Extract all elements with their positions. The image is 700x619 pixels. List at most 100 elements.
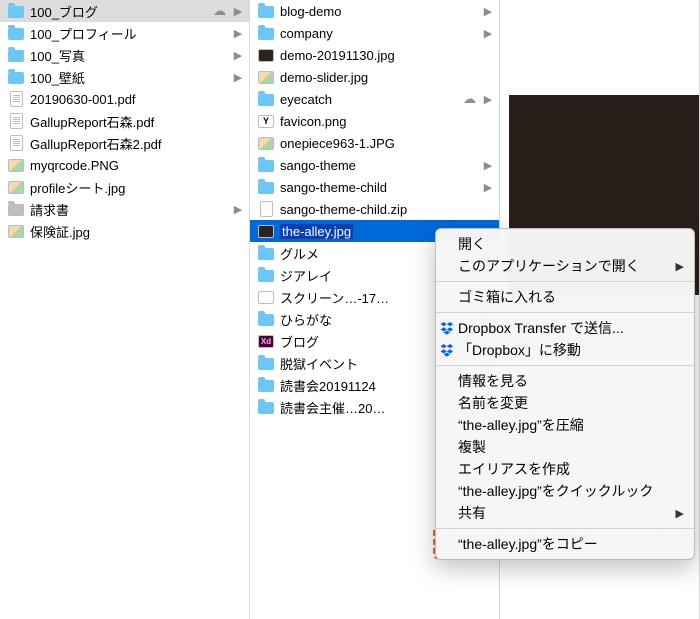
- list-item[interactable]: GallupReport石森.pdf: [0, 110, 249, 132]
- list-item[interactable]: sango-theme-child▶: [250, 176, 499, 198]
- list-item[interactable]: 請求書▶: [0, 198, 249, 220]
- menu-item[interactable]: Dropbox Transfer で送信...: [436, 317, 694, 339]
- chevron-right-icon: ▶: [676, 507, 684, 520]
- item-label: demo-20191130.jpg: [280, 48, 483, 63]
- list-item[interactable]: eyecatch☁︎▶: [250, 88, 499, 110]
- item-label: sango-theme-child: [280, 180, 483, 195]
- list-item[interactable]: myqrcode.PNG: [0, 154, 249, 176]
- list-item[interactable]: 100_壁紙▶: [0, 66, 249, 88]
- item-label: 保険証.jpg: [30, 222, 233, 241]
- list-item[interactable]: demo-slider.jpg: [250, 66, 499, 88]
- menu-item-label: 共有: [458, 503, 486, 523]
- list-item[interactable]: demo-20191130.jpg: [250, 44, 499, 66]
- folder-icon: [8, 69, 24, 85]
- menu-item[interactable]: 名前を変更: [436, 392, 694, 414]
- item-label: 100_写真: [30, 46, 233, 65]
- menu-item[interactable]: ゴミ箱に入れる: [436, 286, 694, 308]
- folder-icon: [258, 157, 274, 173]
- menu-separator: [436, 312, 694, 313]
- folder-icon: [258, 179, 274, 195]
- list-item[interactable]: 100_プロフィール▶: [0, 22, 249, 44]
- image-icon: [258, 47, 274, 63]
- menu-item-label: 「Dropbox」に移動: [458, 340, 581, 360]
- list-item[interactable]: 20190630-001.pdf: [0, 88, 249, 110]
- chevron-right-icon: ▶: [676, 260, 684, 273]
- list-item[interactable]: 100_写真▶: [0, 44, 249, 66]
- list-item[interactable]: profileシート.jpg: [0, 176, 249, 198]
- menu-item[interactable]: “the-alley.jpg”をクイックルック: [436, 480, 694, 502]
- zip-icon: [258, 201, 274, 217]
- folder-icon: [258, 245, 274, 261]
- context-menu: 開くこのアプリケーションで開く ▶ ゴミ箱に入れる Dropbox Transfer …: [435, 228, 695, 560]
- menu-item-label: 複製: [458, 437, 486, 457]
- menu-item-label: “the-alley.jpg”をコピー: [458, 534, 598, 554]
- folder-icon: [258, 3, 274, 19]
- menu-item[interactable]: 開く: [436, 233, 694, 255]
- menu-item[interactable]: “the-alley.jpg”をコピー: [436, 533, 694, 555]
- menu-item[interactable]: 「Dropbox」に移動: [436, 339, 694, 361]
- folder-icon: [8, 47, 24, 63]
- folder-icon: [258, 377, 274, 393]
- item-label: 100_壁紙: [30, 68, 233, 87]
- list-item[interactable]: 100_ブログ☁︎▶: [0, 0, 249, 22]
- item-label: blog-demo: [280, 4, 483, 19]
- chevron-right-icon: ▶: [483, 159, 493, 172]
- menu-item[interactable]: 情報を見る: [436, 370, 694, 392]
- item-label: 請求書: [30, 200, 233, 219]
- image-icon: [258, 135, 274, 151]
- menu-item-label: 名前を変更: [458, 393, 528, 413]
- xd-icon: Xd: [258, 333, 274, 349]
- menu-item-label: このアプリケーションで開く: [458, 256, 640, 276]
- chevron-right-icon: ▶: [233, 71, 243, 84]
- folder-icon: [258, 267, 274, 283]
- cloud-icon: ☁︎: [463, 91, 481, 107]
- folder-icon: [258, 311, 274, 327]
- chevron-right-icon: ▶: [233, 5, 243, 18]
- document-icon: [8, 91, 24, 107]
- document-icon: [8, 113, 24, 129]
- dropbox-icon: [439, 320, 455, 336]
- menu-item[interactable]: 共有 ▶: [436, 502, 694, 524]
- folder-icon: [258, 355, 274, 371]
- list-item[interactable]: Yfavicon.png: [250, 110, 499, 132]
- menu-item-label: 情報を見る: [458, 371, 528, 391]
- chevron-right-icon: ▶: [233, 49, 243, 62]
- menu-item-label: 開く: [458, 234, 486, 254]
- item-label: demo-slider.jpg: [280, 70, 483, 85]
- chevron-right-icon: ▶: [233, 203, 243, 216]
- image-icon: [258, 69, 274, 85]
- list-item[interactable]: onepiece963-1.JPG: [250, 132, 499, 154]
- finder-window: 100_ブログ☁︎▶100_プロフィール▶100_写真▶100_壁紙▶20190…: [0, 0, 700, 619]
- column-1: 100_ブログ☁︎▶100_プロフィール▶100_写真▶100_壁紙▶20190…: [0, 0, 250, 619]
- item-label: 100_プロフィール: [30, 24, 233, 43]
- item-label: 100_ブログ: [30, 2, 213, 21]
- item-label: favicon.png: [280, 114, 483, 129]
- folder-icon: [258, 91, 274, 107]
- item-label: sango-theme-child.zip: [280, 202, 483, 217]
- menu-separator: [436, 365, 694, 366]
- menu-item[interactable]: エイリアスを作成: [436, 458, 694, 480]
- list-item[interactable]: sango-theme▶: [250, 154, 499, 176]
- item-label: GallupReport石森.pdf: [30, 112, 233, 131]
- menu-item-label: エイリアスを作成: [458, 459, 570, 479]
- image-icon: [8, 157, 24, 173]
- list-item[interactable]: company▶: [250, 22, 499, 44]
- list-item[interactable]: sango-theme-child.zip: [250, 198, 499, 220]
- menu-item-label: Dropbox Transfer で送信...: [458, 318, 624, 338]
- item-label: GallupReport石森2.pdf: [30, 134, 233, 153]
- menu-item[interactable]: このアプリケーションで開く ▶: [436, 255, 694, 277]
- chevron-right-icon: ▶: [483, 5, 493, 18]
- dropbox-icon: [439, 342, 455, 358]
- folder-icon: [258, 25, 274, 41]
- menu-item[interactable]: “the-alley.jpg”を圧縮: [436, 414, 694, 436]
- item-label: 20190630-001.pdf: [30, 92, 233, 107]
- list-item[interactable]: GallupReport石森2.pdf: [0, 132, 249, 154]
- list-item[interactable]: blog-demo▶: [250, 0, 499, 22]
- menu-item-label: ゴミ箱に入れる: [458, 287, 556, 307]
- item-label: company: [280, 26, 483, 41]
- cloud-icon: ☁︎: [213, 3, 231, 19]
- item-label: sango-theme: [280, 158, 483, 173]
- menu-item[interactable]: 複製: [436, 436, 694, 458]
- list-item[interactable]: 保険証.jpg: [0, 220, 249, 242]
- folder-icon: [258, 399, 274, 415]
